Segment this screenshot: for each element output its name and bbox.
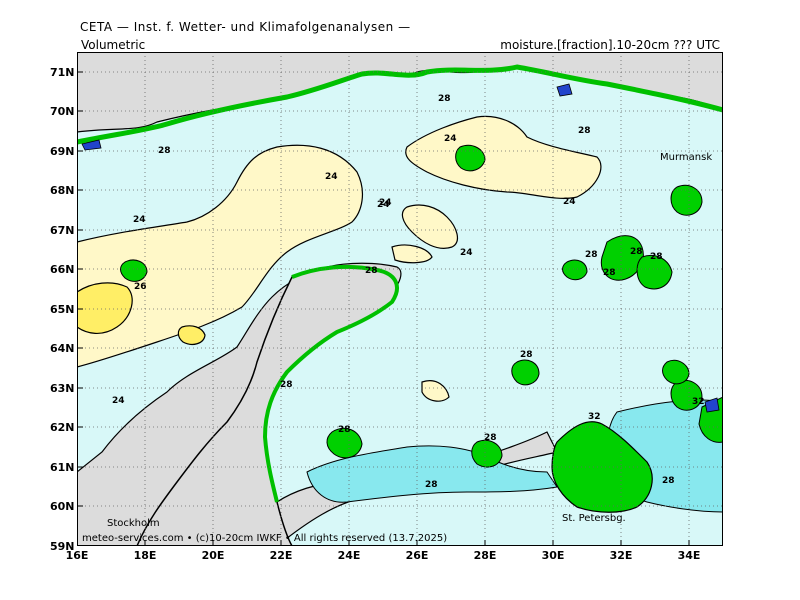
contour-label: 24 bbox=[325, 172, 338, 182]
lat-label-70n: 70N bbox=[50, 105, 75, 118]
lon-label-28e: 28E bbox=[473, 549, 497, 562]
contour-label: 28 bbox=[578, 126, 591, 136]
contour-label: 32 bbox=[692, 397, 705, 407]
city-label-st-petersburg: St. Petersbg. bbox=[562, 513, 626, 524]
lon-label-20e: 20E bbox=[201, 549, 225, 562]
contour-label: 26 bbox=[134, 282, 147, 292]
green-lake-1 bbox=[511, 359, 540, 386]
lon-label-22e: 22E bbox=[269, 549, 293, 562]
lat-label-66n: 66N bbox=[50, 263, 75, 276]
lon-label-32e: 32E bbox=[609, 549, 633, 562]
contour-label: 28 bbox=[438, 94, 451, 104]
lat-label-69n: 69N bbox=[50, 145, 75, 158]
lon-label-16e: 16E bbox=[65, 549, 89, 562]
contour-label: 28 bbox=[425, 480, 438, 490]
contour-label: 28 bbox=[650, 252, 663, 262]
lat-label-62n: 62N bbox=[50, 421, 75, 434]
city-label-stockholm: Stockholm bbox=[107, 518, 160, 529]
contour-label: 24 bbox=[379, 198, 392, 208]
contour-label: 28 bbox=[365, 266, 378, 276]
contour-label: 28 bbox=[603, 268, 616, 278]
contour-label: 28 bbox=[662, 476, 675, 486]
lon-label-34e: 34E bbox=[677, 549, 701, 562]
contour-label: 24 bbox=[133, 215, 146, 225]
contour-label: 28 bbox=[484, 433, 497, 443]
variable-units-label: moisture.[fraction].10-20cm ??? UTC bbox=[500, 38, 720, 52]
moisture-map bbox=[77, 52, 723, 546]
contour-label: 28 bbox=[630, 247, 643, 257]
contour-label: 28 bbox=[158, 146, 171, 156]
contour-label: 24 bbox=[444, 134, 457, 144]
contour-label: 28 bbox=[585, 250, 598, 260]
contour-label: 24 bbox=[460, 248, 473, 258]
lat-label-60n: 60N bbox=[50, 500, 75, 513]
lat-label-71n: 71N bbox=[50, 66, 75, 79]
lon-label-26e: 26E bbox=[405, 549, 429, 562]
lat-label-61n: 61N bbox=[50, 461, 75, 474]
lat-label-63n: 63N bbox=[50, 382, 75, 395]
lat-label-65n: 65N bbox=[50, 303, 75, 316]
contour-label: 28 bbox=[520, 350, 533, 360]
green-lake-5 bbox=[120, 259, 148, 282]
copyright-footer: meteo-services.com • (c)10-20cm IWKF • A… bbox=[82, 533, 448, 544]
city-label-murmansk: Murmansk bbox=[660, 152, 713, 163]
lon-label-18e: 18E bbox=[133, 549, 157, 562]
lat-label-67n: 67N bbox=[50, 224, 75, 237]
contour-label: 32 bbox=[588, 412, 601, 422]
contour-label: 28 bbox=[280, 380, 293, 390]
green-lake-6 bbox=[562, 259, 588, 281]
lon-label-30e: 30E bbox=[541, 549, 565, 562]
lat-label-64n: 64N bbox=[50, 342, 75, 355]
contour-label: 28 bbox=[338, 425, 351, 435]
lon-label-24e: 24E bbox=[337, 549, 361, 562]
variable-label: Volumetric bbox=[81, 38, 146, 52]
chart-title: CETA — Inst. f. Wetter- und Klimafolgena… bbox=[80, 20, 411, 34]
contour-label: 24 bbox=[112, 396, 125, 406]
contour-label: 24 bbox=[563, 197, 576, 207]
lat-label-68n: 68N bbox=[50, 184, 75, 197]
